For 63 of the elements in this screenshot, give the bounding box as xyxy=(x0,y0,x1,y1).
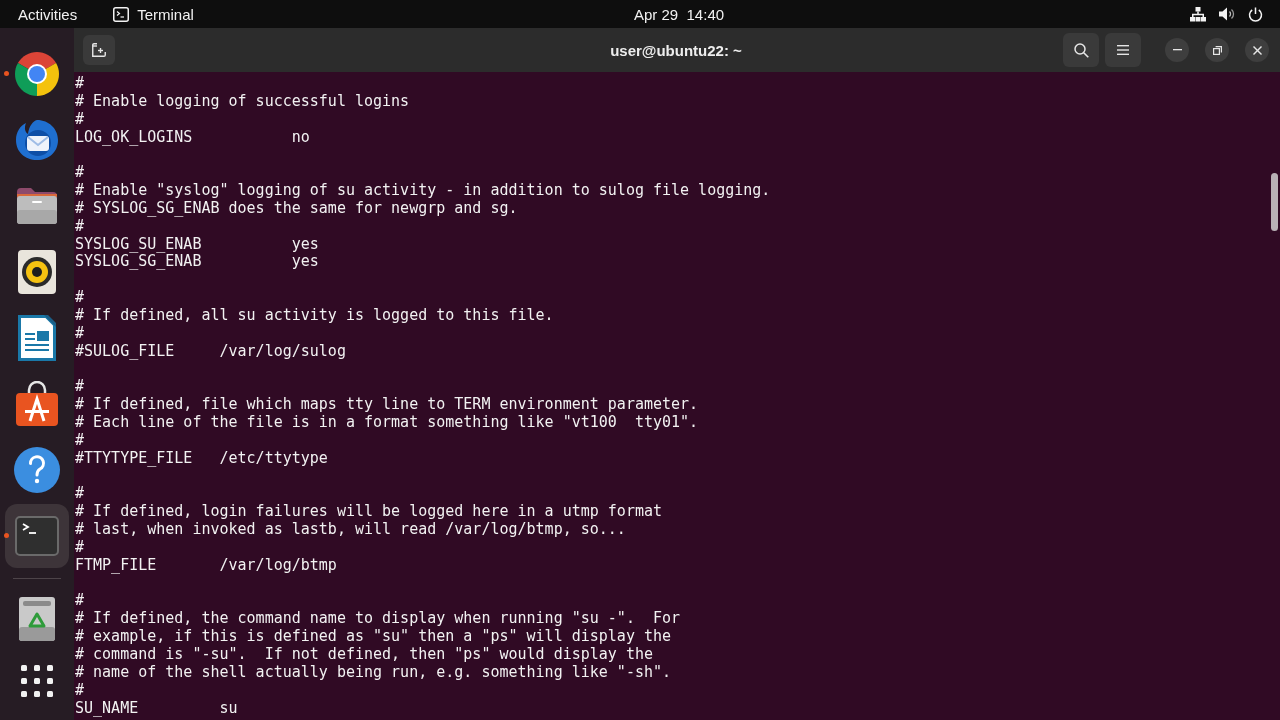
minimize-button[interactable] xyxy=(1165,38,1189,62)
mail-icon xyxy=(14,118,60,162)
menu-icon xyxy=(1117,45,1129,55)
maximize-button[interactable] xyxy=(1205,38,1229,62)
terminal-line: # xyxy=(75,217,85,236)
document-icon xyxy=(18,315,56,361)
trash-icon xyxy=(19,597,55,641)
terminal-line: # If defined, all su activity is logged to this file. xyxy=(75,306,554,325)
window-title: user@ubuntu22: ~ xyxy=(610,41,742,59)
terminal-line: SYSLOG_SU_ENAB yes xyxy=(75,235,319,254)
scrollbar-thumb[interactable] xyxy=(1271,173,1278,231)
menu-button[interactable] xyxy=(1105,33,1141,67)
terminal-icon xyxy=(113,6,130,22)
restore-icon xyxy=(1212,45,1222,55)
terminal-line: #TTYTYPE_FILE /etc/ttytype xyxy=(75,449,328,468)
close-icon xyxy=(1252,45,1262,55)
app-grid-icon xyxy=(21,665,53,697)
help-icon xyxy=(14,447,60,493)
terminal-line: # Enable logging of successful logins xyxy=(75,92,410,111)
terminal-icon xyxy=(15,516,59,556)
terminal-line: # xyxy=(75,378,85,397)
volume-icon[interactable] xyxy=(1219,7,1235,21)
clock[interactable]: Apr 29 14:40 xyxy=(634,5,725,23)
search-icon xyxy=(1073,42,1089,58)
terminal-line: #SULOG_FILE /var/log/sulog xyxy=(75,342,346,361)
app-menu-button[interactable]: Terminal xyxy=(103,0,204,28)
terminal-line: # xyxy=(75,485,85,504)
terminal-line: # If defined, the command name to display when running "su -". For xyxy=(75,610,681,629)
terminal-line: # example, if this is defined as "su" then a "ps" will display the xyxy=(75,628,672,646)
terminal-line: # xyxy=(75,592,85,611)
terminal-line: # xyxy=(75,324,85,343)
terminal-line: # command is "-su". If not defined, then "ps" would display the xyxy=(75,646,653,664)
terminal-line: FTMP_FILE /var/log/btmp xyxy=(75,556,337,575)
terminal-line: SU_NAME su xyxy=(75,699,238,718)
new-tab-icon xyxy=(92,43,106,57)
terminal-line: # name of the shell actually being run, e.g. something like "-sh". xyxy=(75,663,672,682)
browser-icon xyxy=(15,52,59,96)
terminal-line: # last, when invoked as lastb, will read /var/log/btmp, so... xyxy=(75,521,626,539)
terminal-line: # xyxy=(75,538,85,557)
power-icon[interactable] xyxy=(1248,6,1263,22)
terminal-line: # xyxy=(75,75,85,93)
close-button[interactable] xyxy=(1245,38,1269,62)
app-menu-label: Terminal xyxy=(137,5,194,23)
terminal-line: # xyxy=(75,164,85,183)
activities-button[interactable]: Activities xyxy=(8,0,88,28)
terminal-line: # If defined, login failures will be logged here in a utmp format xyxy=(75,503,662,522)
terminal-line: # xyxy=(75,431,85,450)
terminal-line: # xyxy=(75,110,85,129)
terminal-line: LOG_OK_LOGINS no xyxy=(75,128,310,147)
new-tab-button[interactable] xyxy=(83,35,115,65)
shopping-bag-icon xyxy=(15,381,59,427)
search-button[interactable] xyxy=(1063,33,1099,67)
terminal-line: # xyxy=(75,681,85,700)
terminal-line: SYSLOG_SG_ENAB yes xyxy=(75,253,319,272)
folder-icon xyxy=(15,186,59,226)
terminal-line: # Enable "syslog" logging of su activity - in addition to sulog file logging. xyxy=(75,182,771,200)
terminal-line: # If defined, file which maps tty line to TERM environment parameter. xyxy=(75,396,699,415)
minimize-icon xyxy=(1172,49,1182,51)
terminal-line: # Each line of the file is in a format something like "vt100 tty01". xyxy=(75,414,699,432)
speaker-icon xyxy=(18,250,56,294)
terminal-line: # SYSLOG_SG_ENAB does the same for newgrp and sg. xyxy=(75,199,518,218)
terminal-line: # xyxy=(75,289,85,307)
network-icon[interactable] xyxy=(1190,6,1206,22)
